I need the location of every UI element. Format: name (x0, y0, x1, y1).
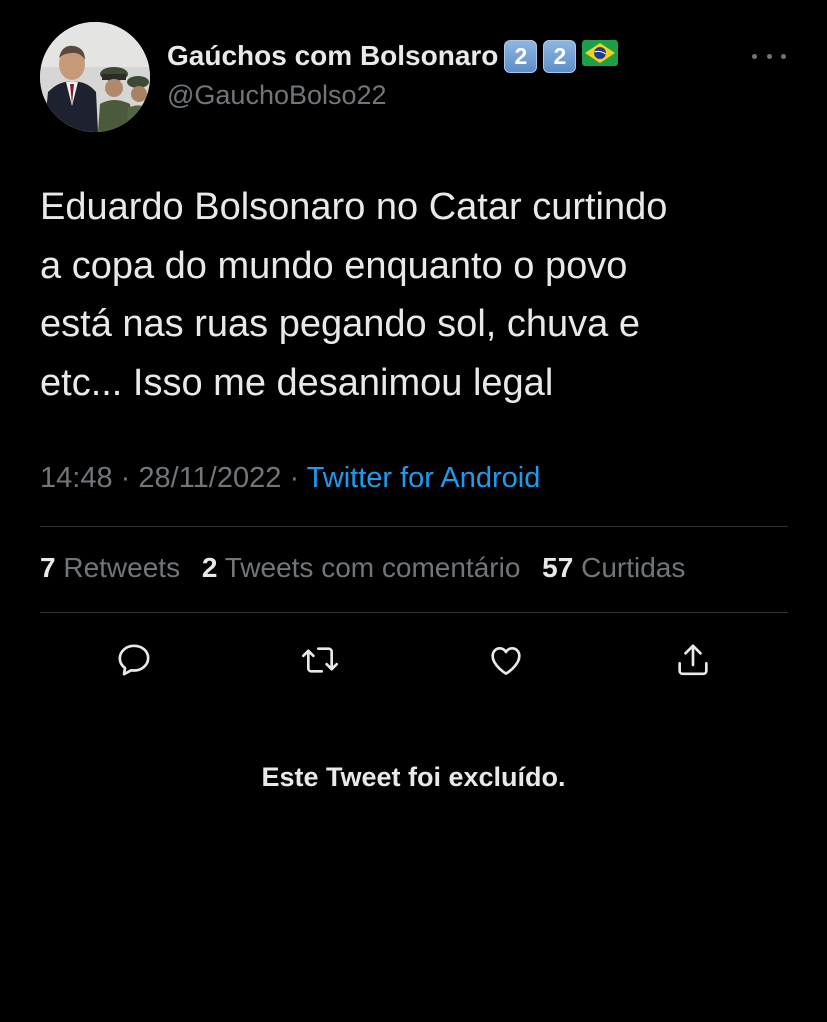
author-display-name[interactable]: Gaúchos com Bolsonaro 2 2 (167, 36, 619, 76)
tweet-date[interactable]: 28/11/2022 (138, 462, 281, 494)
brazil-flag-icon (582, 39, 619, 73)
more-options-icon[interactable] (752, 44, 786, 68)
tweet-metadata: 14:48 · 28/11/2022 · Twitter for Android (40, 462, 540, 495)
like-icon (491, 647, 521, 675)
retweet-icon (302, 647, 338, 673)
retweets-label: Retweets (63, 552, 181, 583)
reply-button[interactable] (114, 640, 154, 680)
share-icon (678, 644, 708, 676)
retweet-button[interactable] (300, 640, 340, 680)
likes-stat[interactable]: 57 Curtidas (542, 552, 685, 583)
tweet-time[interactable]: 14:48 (40, 462, 113, 494)
tweet-text-line: etc... Isso me desanimou legal (40, 361, 554, 404)
tweet-stats: 7 Retweets 2 Tweets com comentário 57 Cu… (40, 552, 699, 584)
deleted-tweet-notice: Este Tweet foi excluído. (261, 762, 566, 792)
keycap-two-icon: 2 (504, 39, 538, 73)
avatar[interactable] (40, 22, 150, 132)
share-button[interactable] (673, 640, 713, 680)
retweets-stat[interactable]: 7 Retweets (40, 552, 180, 583)
quote-tweets-count: 2 (201, 552, 218, 583)
likes-count: 57 (542, 552, 574, 583)
reply-icon (118, 644, 150, 676)
like-button[interactable] (486, 640, 526, 680)
tweet-text: Eduardo Bolsonaro no Catar curtindo a co… (40, 178, 800, 412)
author-name-text: Gaúchos com Bolsonaro (167, 40, 499, 71)
likes-label: Curtidas (581, 552, 686, 583)
retweets-count: 7 (40, 552, 56, 583)
meta-separator: · (289, 462, 300, 494)
keycap-two-icon: 2 (543, 39, 577, 73)
divider (40, 612, 788, 613)
quote-tweets-label: Tweets com comentário (224, 552, 521, 583)
author-handle[interactable]: @GauchoBolso22 (167, 80, 387, 111)
quote-tweets-stat[interactable]: 2 Tweets com comentário (202, 552, 521, 583)
tweet-source-link[interactable]: Twitter for Android (307, 462, 541, 494)
avatar-photo-icon (40, 22, 150, 132)
tweet-text-line: Eduardo Bolsonaro no Catar curtindo (40, 186, 668, 228)
tweet-text-line: a copa do mundo enquanto o povo (40, 244, 628, 287)
divider (40, 526, 788, 527)
meta-separator: · (120, 462, 131, 494)
tweet-text-line: está nas ruas pegando sol, chuva e (40, 303, 640, 345)
